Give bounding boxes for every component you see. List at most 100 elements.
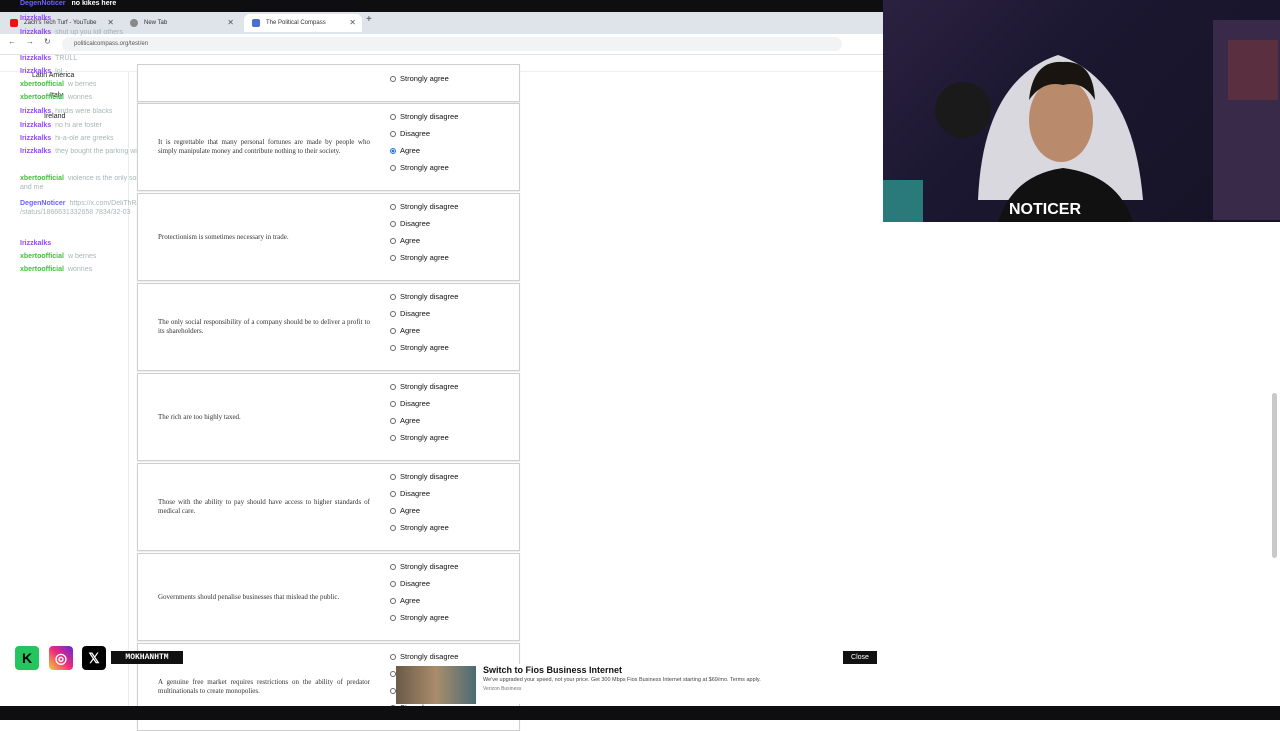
chat-line: Irizzkalks TRULL	[20, 54, 190, 63]
option-disagree[interactable]: Disagree	[390, 398, 430, 410]
kick-icon: K	[15, 646, 39, 670]
option-disagree[interactable]: Disagree	[390, 578, 430, 590]
radio-button[interactable]	[390, 76, 396, 82]
radio-button[interactable]	[390, 581, 396, 587]
radio-button[interactable]	[390, 474, 396, 480]
chat-username: Irizzkalks	[20, 29, 52, 36]
radio-button[interactable]	[390, 345, 396, 351]
close-tab-icon[interactable]: ✕	[227, 14, 234, 32]
radio-button[interactable]	[390, 525, 396, 531]
chat-message: hindis were blacks	[55, 108, 113, 115]
option-strongly-disagree[interactable]: Strongly disagree	[390, 111, 458, 123]
radio-button[interactable]	[390, 165, 396, 171]
radio-button[interactable]	[390, 238, 396, 244]
radio-button[interactable]	[390, 508, 396, 514]
chat-username: Irizzkalks	[20, 148, 52, 155]
radio-button[interactable]	[390, 491, 396, 497]
radio-button[interactable]	[390, 418, 396, 424]
question-text: The rich are too highly taxed.	[158, 412, 241, 421]
option-strongly-agree[interactable]: Strongly agree	[390, 612, 449, 624]
option-strongly-disagree[interactable]: Strongly disagree	[390, 561, 458, 573]
political-compass-icon	[252, 19, 260, 27]
browser-tab-political-compass[interactable]: The Political Compass ✕	[244, 14, 362, 32]
option-strongly-disagree[interactable]: Strongly disagree	[390, 651, 458, 663]
social-handle: MOKHANHTM	[111, 651, 183, 664]
chat-username: xbertoofficial	[20, 81, 64, 88]
radio-button[interactable]	[390, 204, 396, 210]
streamer-image: NOTICER	[883, 20, 1280, 222]
radio-button[interactable]	[390, 328, 396, 334]
option-strongly-agree[interactable]: Strongly agree	[390, 522, 449, 534]
option-disagree[interactable]: Disagree	[390, 218, 430, 230]
question-text: Protectionism is sometimes necessary in …	[158, 232, 289, 241]
option-strongly-disagree[interactable]: Strongly disagree	[390, 471, 458, 483]
option-strongly-agree[interactable]: Strongly agree	[390, 73, 449, 85]
chat-username: Irizzkalks	[20, 122, 52, 129]
option-strongly-agree[interactable]: Strongly agree	[390, 252, 449, 264]
radio-button[interactable]	[390, 654, 396, 660]
radio-button[interactable]	[390, 131, 396, 137]
option-label: Agree	[400, 506, 421, 515]
page-scrollbar[interactable]	[1272, 393, 1277, 558]
chat-username: xbertoofficial	[20, 175, 64, 182]
option-agree[interactable]: Agree	[390, 325, 420, 337]
close-tab-icon[interactable]: ✕	[349, 14, 356, 32]
radio-button[interactable]	[390, 615, 396, 621]
radio-button[interactable]	[390, 221, 396, 227]
question-card: Protectionism is sometimes necessary in …	[137, 193, 520, 281]
option-label: Disagree	[400, 129, 431, 138]
chat-message: lol	[55, 68, 63, 75]
option-label: Strongly disagree	[400, 382, 459, 391]
webcam-feed: NOTICER	[883, 0, 1280, 222]
option-label: Strongly agree	[400, 343, 449, 352]
option-label: Strongly disagree	[400, 202, 459, 211]
radio-button[interactable]	[390, 564, 396, 570]
option-label: Strongly agree	[400, 74, 449, 83]
option-agree[interactable]: Agree	[390, 415, 420, 427]
chat-username: xbertoofficial	[20, 266, 64, 273]
option-strongly-disagree[interactable]: Strongly disagree	[390, 291, 458, 303]
option-strongly-agree[interactable]: Strongly agree	[390, 432, 449, 444]
radio-button[interactable]	[390, 148, 396, 154]
option-strongly-agree[interactable]: Strongly agree	[390, 342, 449, 354]
option-label: Strongly disagree	[400, 562, 459, 571]
radio-button[interactable]	[390, 401, 396, 407]
option-disagree[interactable]: Disagree	[390, 308, 430, 320]
option-label: Disagree	[400, 219, 431, 228]
option-label: Agree	[400, 416, 421, 425]
option-strongly-disagree[interactable]: Strongly disagree	[390, 201, 458, 213]
chat-username: Irizzkalks	[20, 15, 52, 22]
ad-close-button[interactable]: Close	[843, 651, 877, 664]
chat-message: wonnes	[67, 94, 93, 101]
option-agree[interactable]: Agree	[390, 235, 420, 247]
option-agree[interactable]: Agree	[390, 595, 420, 607]
radio-button[interactable]	[390, 255, 396, 261]
chat-username: xbertoofficial	[20, 94, 64, 101]
chat-username: DegenNoticer	[20, 200, 66, 207]
option-label: Strongly disagree	[400, 292, 459, 301]
radio-button[interactable]	[390, 114, 396, 120]
option-label: Strongly agree	[400, 613, 449, 622]
ad-image[interactable]	[396, 666, 476, 704]
radio-button[interactable]	[390, 598, 396, 604]
ad-banner[interactable]: Switch to Fios Business Internet We've u…	[396, 664, 878, 704]
option-disagree[interactable]: Disagree	[390, 128, 430, 140]
new-tab-button[interactable]: +	[366, 14, 372, 25]
option-agree[interactable]: Agree	[390, 145, 420, 157]
radio-button[interactable]	[390, 435, 396, 441]
option-label: Disagree	[400, 579, 431, 588]
chat-username: Irizzkalks	[20, 240, 52, 247]
question-card: The rich are too highly taxed. Strongly d…	[137, 373, 520, 461]
radio-button[interactable]	[390, 384, 396, 390]
ad-title[interactable]: Switch to Fios Business Internet	[483, 665, 622, 675]
option-label: Agree	[400, 326, 421, 335]
chat-message: no hi are foster	[55, 122, 102, 129]
question-card: Governments should penalise businesses t…	[137, 553, 520, 641]
question-text: It is regrettable that many personal for…	[158, 138, 370, 155]
option-disagree[interactable]: Disagree	[390, 488, 430, 500]
option-strongly-disagree[interactable]: Strongly disagree	[390, 381, 458, 393]
radio-button[interactable]	[390, 311, 396, 317]
option-agree[interactable]: Agree	[390, 505, 420, 517]
radio-button[interactable]	[390, 294, 396, 300]
option-strongly-agree[interactable]: Strongly agree	[390, 162, 449, 174]
